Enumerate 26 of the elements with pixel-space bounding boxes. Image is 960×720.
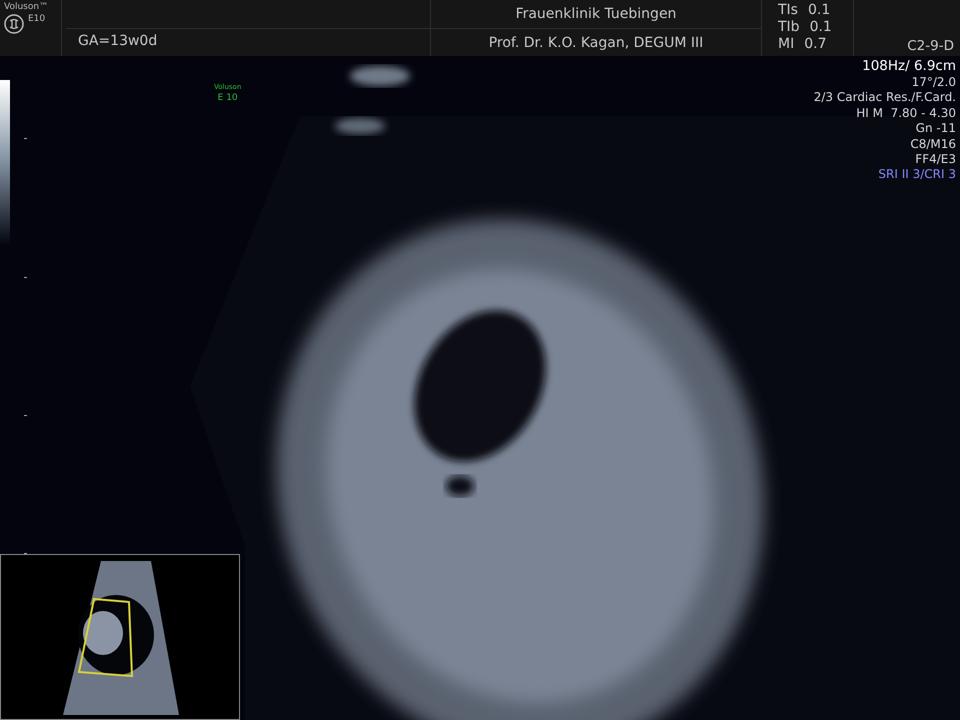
index-label: TIs	[778, 2, 798, 19]
probe-name: C2-9-D	[907, 38, 954, 54]
model-name: E10	[28, 14, 46, 24]
depth-tick	[24, 138, 27, 139]
imaging-parameter: FF4/E3	[915, 152, 956, 168]
depth-tick	[24, 415, 27, 416]
index-label: TIb	[778, 19, 800, 36]
imaging-parameter: Gn -11	[916, 121, 956, 137]
index-label: MI	[778, 36, 794, 53]
logo-icon	[4, 14, 24, 34]
index-value: 0.7	[804, 36, 826, 53]
depth-tick	[24, 277, 27, 278]
imaging-parameter: 17°/2.0	[912, 75, 956, 90]
imaging-parameter: 2/3 Cardiac Res./F.Card.	[814, 90, 956, 106]
imaging-parameter: C8/M16	[910, 136, 956, 152]
imaging-parameter: 108Hz/ 6.9cm	[862, 58, 956, 75]
image-model-name: E 10	[218, 93, 238, 104]
physician-name: Prof. Dr. K.O. Kagan, DEGUM III	[488, 34, 704, 50]
clinic-name: Frauenklinik Tuebingen	[516, 6, 676, 22]
imaging-parameter: HI M 7.80 - 4.30	[856, 106, 956, 122]
imaging-parameter: SRI II 3/CRI 3	[878, 167, 956, 183]
brand-name: Voluson™	[4, 2, 50, 12]
gestational-age: GA=13w0d	[77, 32, 158, 49]
depth-tick	[24, 553, 27, 554]
index-value: 0.1	[810, 19, 832, 36]
index-value: 0.1	[808, 2, 830, 19]
